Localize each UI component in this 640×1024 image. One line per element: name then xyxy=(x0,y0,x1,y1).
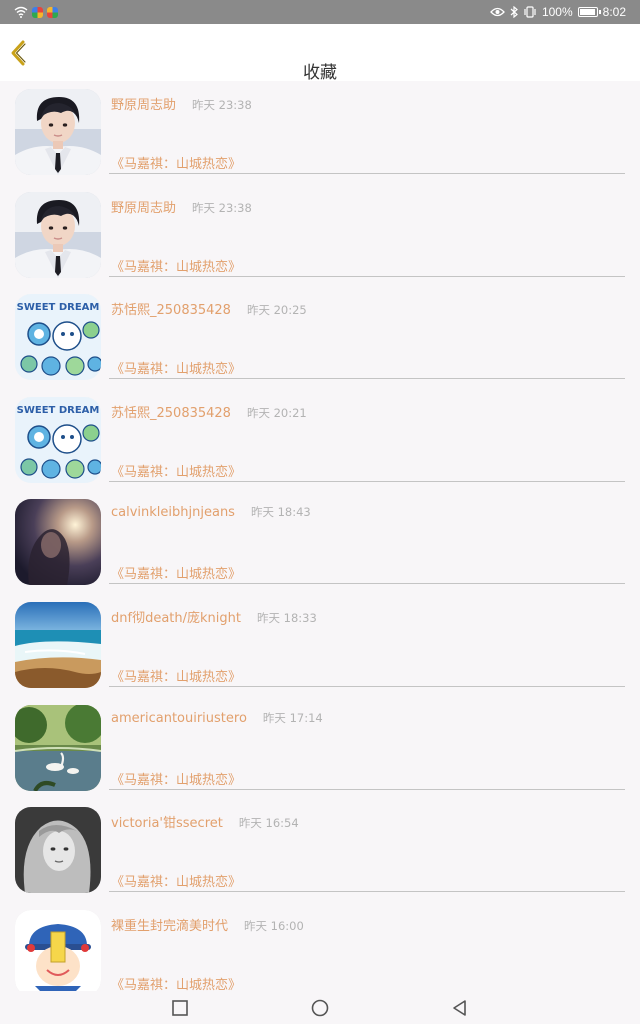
user-name: 苏恬熙_250835428 昨天 20:21 xyxy=(111,402,307,421)
user-name: 野原周志助 昨天 23:38 xyxy=(111,197,252,216)
avatar[interactable] xyxy=(15,89,101,175)
app-notification-icon xyxy=(32,6,43,18)
clock: 8:02 xyxy=(602,5,626,19)
user-name-text: 野原周志助 xyxy=(111,98,177,113)
list-item[interactable]: SWEET DREAM 苏恬熙_250835428 昨天 20:25 《马嘉祺：山… xyxy=(0,286,640,389)
divider xyxy=(109,378,625,380)
user-name: dnf彻death/庞knight 昨天 18:33 xyxy=(111,607,317,626)
timestamp: 昨天 23:38 xyxy=(192,98,252,112)
bluetooth-icon xyxy=(510,6,518,18)
user-name: 野原周志助 昨天 23:38 xyxy=(111,94,252,113)
battery-percent: 100% xyxy=(541,5,573,19)
back-nav-button[interactable] xyxy=(449,997,471,1019)
battery-icon xyxy=(577,7,601,17)
screen: 100% 8:02 收藏 野原周志助 昨天 23:38 《马嘉祺：山城热恋》 野… xyxy=(0,0,640,1024)
avatar[interactable]: SWEET DREAM xyxy=(15,396,101,483)
divider xyxy=(109,480,625,482)
app-notification-icon xyxy=(47,6,58,18)
status-right: 100% 8:02 xyxy=(490,4,626,20)
book-title[interactable]: 《马嘉祺：山城热恋》 xyxy=(111,256,241,275)
wifi-icon xyxy=(14,6,28,18)
avatar[interactable] xyxy=(15,499,101,586)
status-bar: 100% 8:02 xyxy=(0,0,640,24)
book-title[interactable]: 《马嘉祺：山城热恋》 xyxy=(111,563,241,582)
user-name-text: victoria'钳ssecret xyxy=(111,816,223,832)
timestamp: 昨天 17:14 xyxy=(262,710,323,725)
timestamp: 昨天 16:54 xyxy=(238,816,299,831)
user-name-text: calvinkleibhjnjeans xyxy=(111,505,235,521)
status-left xyxy=(14,4,58,20)
user-name: calvinkleibhjnjeans 昨天 18:43 xyxy=(111,504,311,520)
user-name: americantouiriustero 昨天 17:14 xyxy=(111,710,323,726)
user-name: victoria'钳ssecret 昨天 16:54 xyxy=(111,812,299,831)
user-name-text: 苏恬熙_250835428 xyxy=(111,303,231,319)
book-title[interactable]: 《马嘉祺：山城热恋》 xyxy=(111,153,241,172)
svg-text:SWEET DREAM: SWEET DREAM xyxy=(17,302,100,313)
timestamp: 昨天 20:21 xyxy=(246,405,307,420)
page-title: 收藏 xyxy=(303,63,337,83)
list-item[interactable]: 野原周志助 昨天 23:38 《马嘉祺：山城热恋》 xyxy=(0,184,640,287)
avatar[interactable] xyxy=(15,601,101,688)
user-name: 苏恬熙_250835428 昨天 20:25 xyxy=(111,299,307,318)
navigation-bar xyxy=(0,991,640,1024)
eye-comfort-icon xyxy=(490,7,505,17)
svg-text:SWEET DREAM: SWEET DREAM xyxy=(17,405,100,416)
timestamp: 昨天 20:25 xyxy=(246,303,307,318)
user-name-text: 野原周志助 xyxy=(111,200,177,216)
divider xyxy=(109,891,625,893)
list-item[interactable]: SWEET DREAM 苏恬熙_250835428 昨天 20:21 《马嘉祺：山… xyxy=(0,389,640,492)
avatar[interactable] xyxy=(15,704,101,791)
list-item[interactable]: calvinkleibhjnjeans 昨天 18:43 《马嘉祺：山城热恋》 xyxy=(0,491,640,594)
book-title[interactable]: 《马嘉祺：山城热恋》 xyxy=(111,358,241,377)
book-title[interactable]: 《马嘉祺：山城热恋》 xyxy=(111,461,241,480)
book-title[interactable]: 《马嘉祺：山城热恋》 xyxy=(111,769,241,788)
avatar[interactable] xyxy=(15,807,101,894)
timestamp: 昨天 16:00 xyxy=(244,918,304,933)
avatar[interactable] xyxy=(15,909,101,991)
recent-apps-button[interactable] xyxy=(169,997,191,1019)
divider xyxy=(109,788,625,790)
divider xyxy=(109,275,625,277)
list-item[interactable]: dnf彻death/庞knight 昨天 18:33 《马嘉祺：山城热恋》 xyxy=(0,594,640,697)
user-name-text: 苏恬熙_250835428 xyxy=(111,405,231,421)
user-name-text: americantouiriustero xyxy=(111,710,247,726)
divider xyxy=(109,173,625,174)
timestamp: 昨天 18:33 xyxy=(256,610,317,625)
vibrate-icon xyxy=(524,6,536,18)
list-item[interactable]: 野原周志助 昨天 23:38 《马嘉祺：山城热恋》 xyxy=(0,81,640,184)
divider xyxy=(109,583,625,585)
list-item[interactable]: victoria'钳ssecret 昨天 16:54 《马嘉祺：山城热恋》 xyxy=(0,799,640,902)
home-button[interactable] xyxy=(309,997,331,1019)
avatar[interactable]: SWEET DREAM xyxy=(15,294,101,381)
user-name: 裸重生封完滴美时代 昨天 16:00 xyxy=(111,915,304,934)
book-title[interactable]: 《马嘉祺：山城热恋》 xyxy=(111,666,241,685)
divider xyxy=(109,685,625,687)
header: 收藏 xyxy=(0,24,640,83)
timestamp: 昨天 23:38 xyxy=(192,200,252,215)
favorites-list[interactable]: 野原周志助 昨天 23:38 《马嘉祺：山城热恋》 野原周志助 昨天 23:38 《… xyxy=(0,81,640,991)
list-item[interactable]: americantouiriustero 昨天 17:14 《马嘉祺：山城热恋》 xyxy=(0,697,640,800)
user-name-text: 裸重生封完滴美时代 xyxy=(111,918,229,934)
book-title[interactable]: 《马嘉祺：山城热恋》 xyxy=(111,871,241,890)
list-item[interactable]: 裸重生封完滴美时代 昨天 16:00 《马嘉祺：山城热恋》 xyxy=(0,902,640,991)
book-title[interactable]: 《马嘉祺：山城热恋》 xyxy=(111,974,241,991)
user-name-text: dnf彻death/庞knight xyxy=(111,610,241,626)
timestamp: 昨天 18:43 xyxy=(250,505,311,520)
avatar[interactable] xyxy=(15,191,101,278)
